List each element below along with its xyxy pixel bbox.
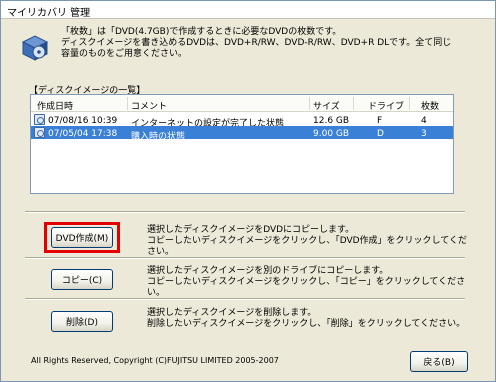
window-title: マイリカバリ 管理 bbox=[7, 8, 91, 19]
dvd-create-desc-line-2: コピーしたいディスクイメージをクリックし、「DVD作成」をクリックしてください。 bbox=[147, 236, 468, 257]
list-row-selected[interactable]: 07/05/04 17:38 購入時の状態 9.00 GB D 3 bbox=[31, 126, 453, 142]
column-separator[interactable] bbox=[309, 97, 310, 110]
intro-line-2: ディスクイメージを書き込めるDVDは、DVD+R/RW、DVD-R/RW、DVD… bbox=[61, 38, 452, 48]
header-count[interactable]: 枚数 bbox=[421, 99, 439, 112]
row-drive: D bbox=[377, 129, 384, 139]
copy-button[interactable]: コピー(C) bbox=[51, 269, 113, 290]
disk-image-icon bbox=[34, 114, 45, 125]
intro-text: 「枚数」は「DVD(4.7GB)で作成するときに必要なDVDの枚数です。 ディス… bbox=[61, 27, 481, 60]
delete-button[interactable]: 削除(D) bbox=[51, 311, 113, 332]
copyright-text: All Rights Reserved, Copyright (C)FUJITS… bbox=[31, 356, 279, 365]
column-separator[interactable] bbox=[353, 97, 354, 110]
copy-description: 選択したディスクイメージを別のドライブにコピーします。 コピーしたいディスクイメ… bbox=[147, 266, 467, 299]
back-button[interactable]: 戻る(B) bbox=[410, 351, 468, 372]
header-comment[interactable]: コメント bbox=[131, 99, 167, 112]
disk-image-icon bbox=[34, 127, 45, 138]
list-header: 作成日時 コメント サイズ ドライブ 枚数 bbox=[31, 95, 453, 112]
delete-desc-line-2: 削除したいディスクイメージをクリックし、「削除」をクリックしてください。 bbox=[147, 319, 466, 329]
delete-desc-line-1: 選択したディスクイメージを削除します。 bbox=[147, 308, 317, 318]
row-drive: F bbox=[377, 116, 383, 126]
row-size: 12.6 GB bbox=[313, 116, 350, 126]
dvd-create-button[interactable]: DVD作成(M) bbox=[51, 227, 113, 248]
divider bbox=[25, 211, 465, 213]
row-count: 4 bbox=[421, 116, 427, 126]
list-row[interactable]: 07/08/16 10:39 インターネットの設定が完了した状態 12.6 GB… bbox=[31, 113, 453, 129]
header-date[interactable]: 作成日時 bbox=[37, 99, 73, 112]
title-bar: マイリカバリ 管理 bbox=[1, 1, 495, 19]
disk-image-list[interactable]: 作成日時 コメント サイズ ドライブ 枚数 07/08/16 10:39 インタ… bbox=[30, 94, 454, 194]
header-drive[interactable]: ドライブ bbox=[368, 99, 404, 112]
row-count: 3 bbox=[421, 129, 427, 139]
copy-desc-line-2: コピーしたいディスクイメージをクリックし、「コピー」をクリックしてください。 bbox=[147, 277, 466, 298]
row-comment: 購入時の状態 bbox=[131, 132, 186, 142]
row-date: 07/08/16 10:39 bbox=[48, 116, 118, 126]
intro-line-3: 容量のものをご用意ください。 bbox=[61, 49, 188, 59]
recovery-disk-icon bbox=[21, 35, 49, 61]
my-recovery-window: マイリカバリ 管理 「枚数」は「DVD(4.7GB)で作成するときに必要なDVD… bbox=[0, 0, 496, 382]
divider bbox=[25, 298, 465, 300]
dvd-create-description: 選択したディスクイメージをDVDにコピーします。 コピーしたいディスクイメージを… bbox=[147, 225, 467, 258]
header-size[interactable]: サイズ bbox=[313, 99, 340, 112]
dvd-create-desc-line-1: 選択したディスクイメージをDVDにコピーします。 bbox=[147, 225, 355, 235]
row-date: 07/05/04 17:38 bbox=[48, 129, 118, 139]
row-size: 9.00 GB bbox=[313, 129, 350, 139]
divider bbox=[25, 257, 465, 259]
intro-line-1: 「枚数」は「DVD(4.7GB)で作成するときに必要なDVDの枚数です。 bbox=[61, 27, 342, 37]
column-separator[interactable] bbox=[127, 97, 128, 110]
column-separator[interactable] bbox=[409, 97, 410, 110]
delete-description: 選択したディスクイメージを削除します。 削除したいディスクイメージをクリックし、… bbox=[147, 308, 467, 330]
copy-desc-line-1: 選択したディスクイメージを別のドライブにコピーします。 bbox=[147, 266, 389, 276]
